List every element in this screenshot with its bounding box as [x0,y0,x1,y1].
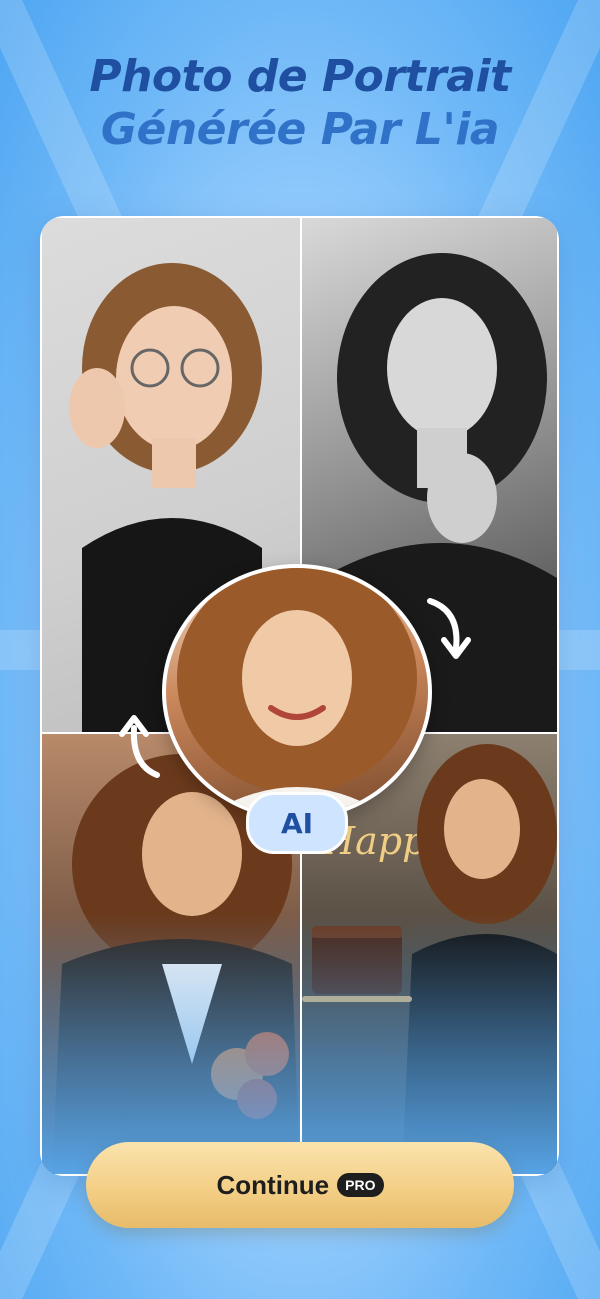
photo-fade-overlay [42,914,300,1174]
photo-fade-overlay [302,914,557,1174]
pro-badge: PRO [337,1173,384,1197]
ai-badge: AI [246,792,348,854]
title-line-2: Générée Par L'ia [100,103,500,155]
curved-arrow-down-icon [427,598,471,659]
woman-smiling-image [177,568,417,816]
curved-arrow-up-icon [119,715,160,778]
photo-collage: Happy Birthday AI [40,216,559,1176]
continue-label: Continue [216,1169,330,1200]
title-line-1: Photo de Portrait [89,51,511,102]
ai-source-portrait [162,564,432,820]
page-title: Photo de Portrait Générée Par L'ia [0,51,600,155]
continue-button[interactable]: Continue PRO [86,1142,514,1228]
